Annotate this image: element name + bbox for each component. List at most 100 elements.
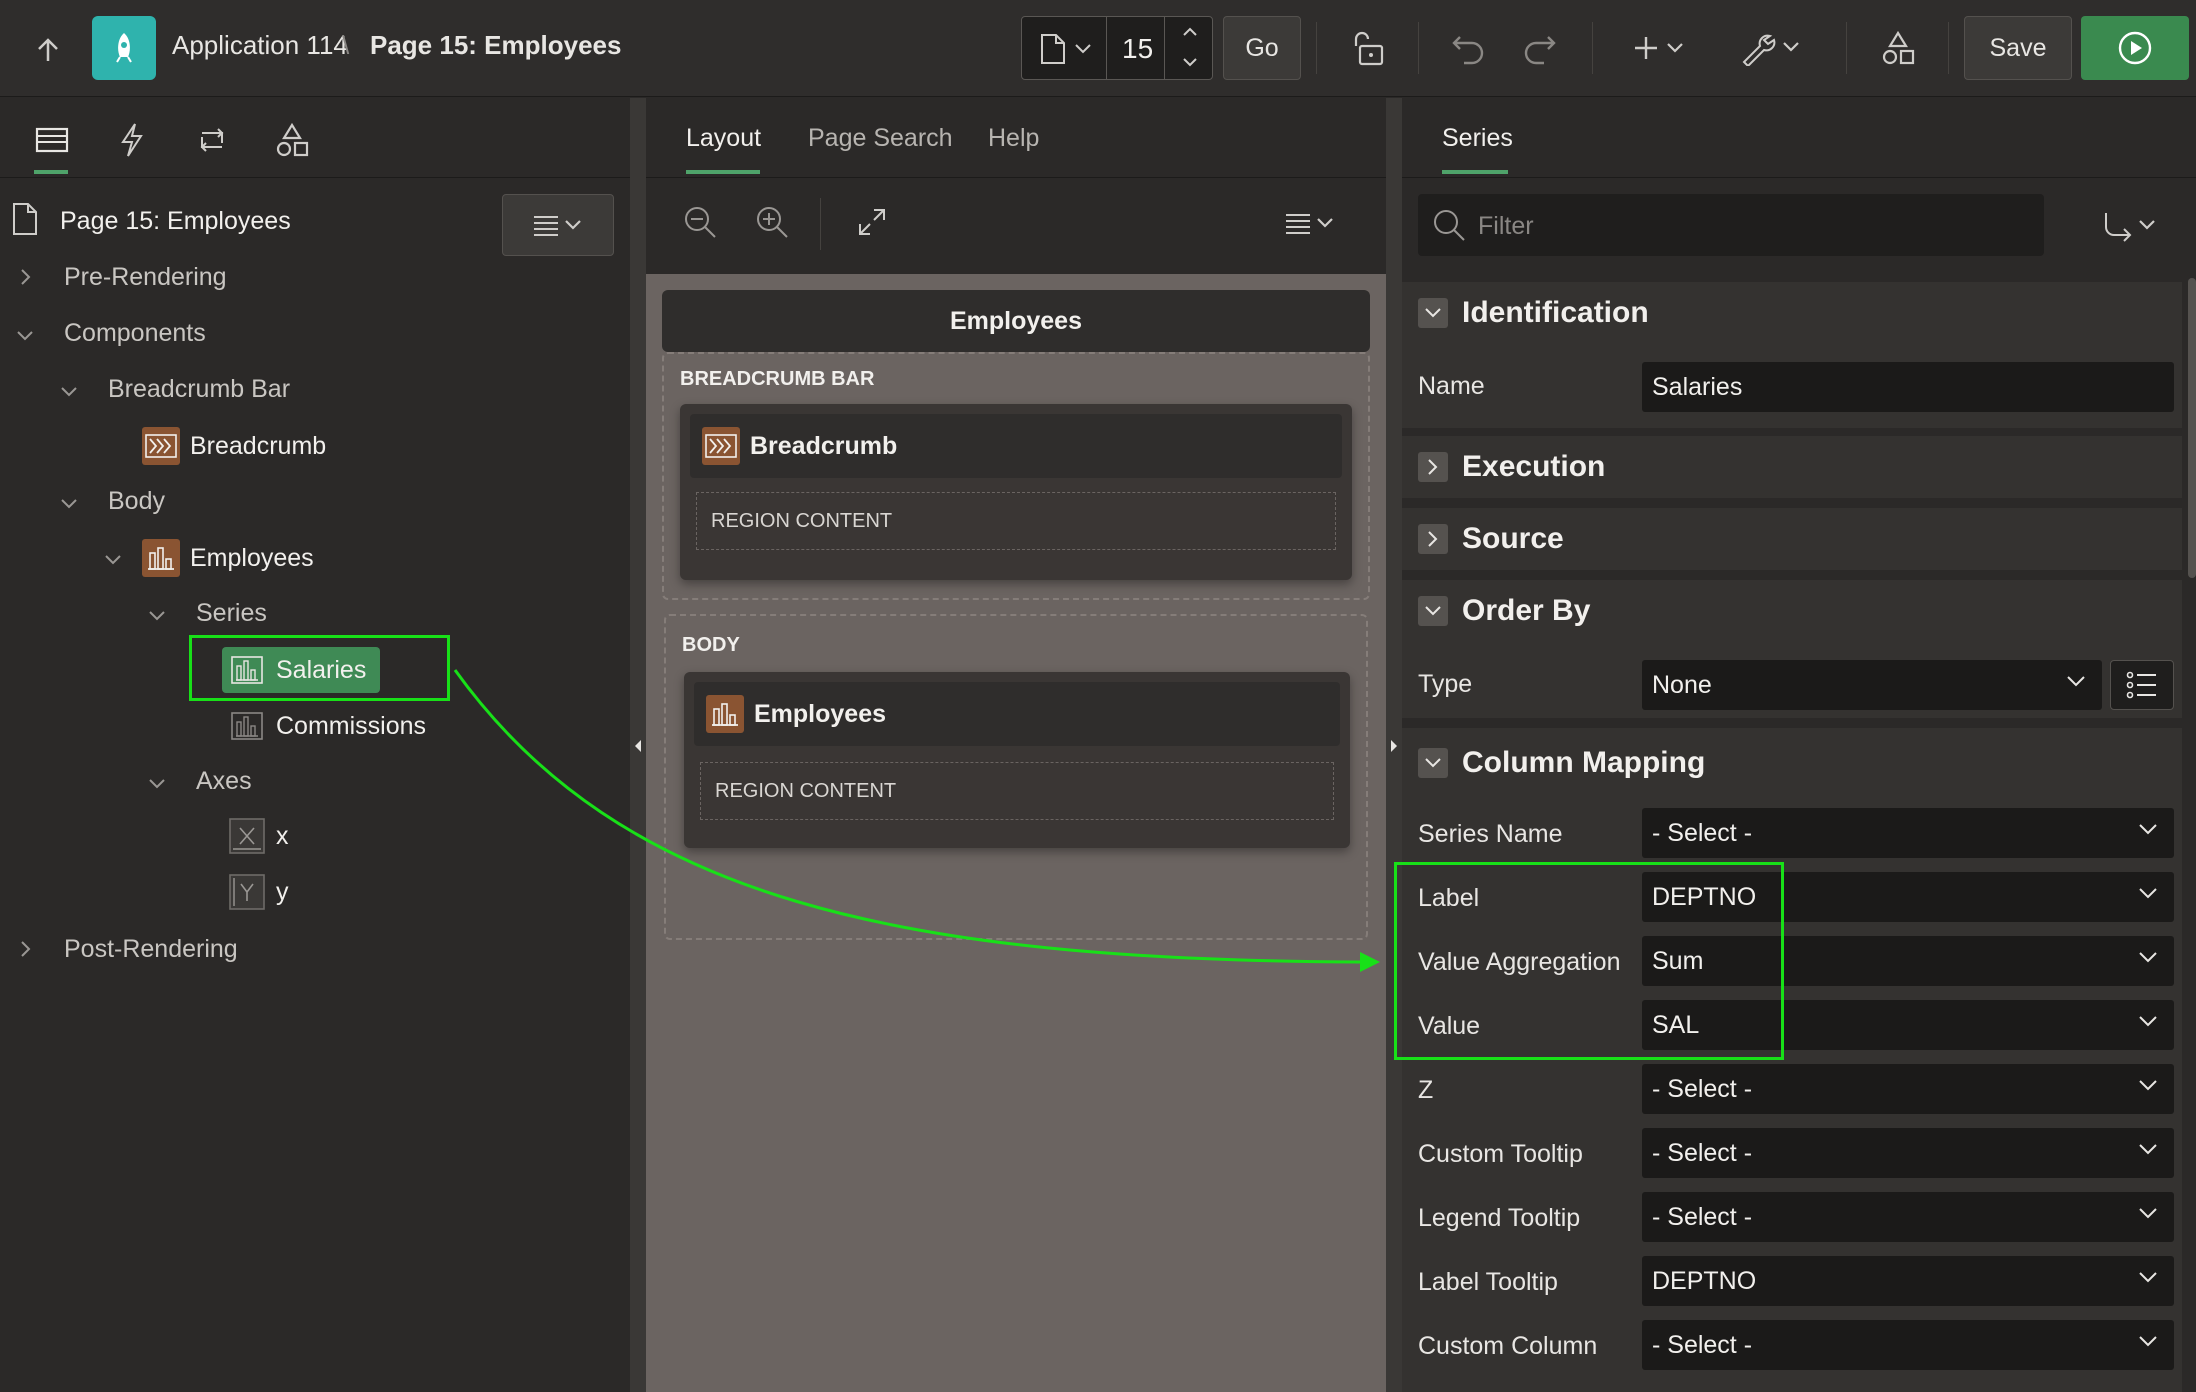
tree-item-breadcrumb-bar[interactable]: Breadcrumb Bar bbox=[108, 375, 290, 404]
label-tooltip-label: Label Tooltip bbox=[1418, 1268, 1558, 1296]
redo-icon[interactable] bbox=[1520, 28, 1560, 68]
dynamic-actions-bolt-icon[interactable] bbox=[112, 118, 152, 162]
go-to-group-button[interactable] bbox=[2098, 210, 2162, 244]
legend-tooltip-select[interactable]: - Select - bbox=[1642, 1192, 2174, 1242]
breadcrumb-card[interactable]: Breadcrumb REGION CONTENT bbox=[680, 404, 1352, 580]
section-heading[interactable]: Identification bbox=[1462, 296, 1649, 330]
select-value: - Select - bbox=[1652, 1074, 1753, 1103]
layout-menu-button[interactable] bbox=[1280, 208, 1340, 238]
legend-tooltip-label: Legend Tooltip bbox=[1418, 1204, 1581, 1232]
section-order-by: Order By Type None bbox=[1402, 580, 2182, 718]
name-input[interactable]: Salaries bbox=[1642, 362, 2174, 412]
chevron-down-icon bbox=[105, 555, 121, 565]
tree-item-label: Commissions bbox=[276, 711, 427, 740]
page-region-title[interactable]: Employees bbox=[662, 290, 1370, 352]
select-value: - Select - bbox=[1652, 1138, 1753, 1167]
section-heading[interactable]: Order By bbox=[1462, 594, 1590, 628]
page-selector[interactable]: 15 bbox=[1021, 16, 1213, 80]
chevron-right-icon[interactable] bbox=[1418, 524, 1448, 554]
create-menu-button[interactable] bbox=[1630, 28, 1694, 68]
tree-menu-button[interactable] bbox=[502, 194, 614, 256]
tree-item-components[interactable]: Components bbox=[64, 319, 206, 348]
tree-item-breadcrumb[interactable]: Breadcrumb bbox=[142, 427, 326, 465]
order-by-type-select[interactable]: None bbox=[1642, 660, 2102, 710]
page-icon[interactable] bbox=[1040, 33, 1066, 65]
tree-item-axis-y[interactable]: y bbox=[228, 873, 289, 911]
custom-tooltip-select[interactable]: - Select - bbox=[1642, 1128, 2174, 1178]
left-splitter[interactable] bbox=[630, 98, 646, 1392]
tree-item-body[interactable]: Body bbox=[108, 487, 165, 516]
breadcrumb-app-link[interactable]: Application 114 bbox=[172, 30, 348, 61]
tree-item-label: y bbox=[276, 877, 289, 906]
custom-column-select[interactable]: - Select - bbox=[1642, 1320, 2174, 1370]
tree-item-axes[interactable]: Axes bbox=[196, 767, 252, 796]
chevron-down-icon bbox=[2139, 1272, 2157, 1283]
collapse-right-icon bbox=[1391, 740, 1397, 752]
chevron-down-icon bbox=[2139, 824, 2157, 835]
rendering-tab-icon[interactable] bbox=[30, 120, 74, 160]
breadcrumb-card-header: Breadcrumb bbox=[690, 414, 1342, 478]
select-value: None bbox=[1652, 670, 1712, 699]
stepper-down-icon[interactable] bbox=[1182, 57, 1198, 67]
chart-region-icon bbox=[706, 695, 744, 733]
tree-item-label: Employees bbox=[190, 543, 314, 572]
tree-item-label: x bbox=[276, 821, 289, 850]
go-button[interactable]: Go bbox=[1223, 16, 1301, 80]
tree-item-axis-x[interactable]: x bbox=[228, 817, 289, 855]
chevron-right-icon[interactable] bbox=[1418, 452, 1448, 482]
filter-input[interactable]: Filter bbox=[1418, 194, 2044, 256]
run-page-button[interactable] bbox=[2081, 16, 2189, 80]
region-content-placeholder: REGION CONTENT bbox=[696, 492, 1336, 550]
shared-components-tab-icon[interactable] bbox=[270, 118, 314, 162]
page-title: Page 15: Employees bbox=[370, 30, 622, 60]
page-number-input[interactable]: 15 bbox=[1122, 33, 1153, 65]
chevron-down-icon bbox=[61, 499, 77, 509]
chevron-down-icon[interactable] bbox=[1418, 748, 1448, 778]
undo-icon[interactable] bbox=[1448, 28, 1488, 68]
property-editor: Series Filter Identification Name Salari… bbox=[1402, 98, 2196, 1392]
chevron-down-icon[interactable] bbox=[1418, 298, 1448, 328]
processing-icon[interactable] bbox=[190, 118, 234, 162]
section-heading[interactable]: Source bbox=[1462, 522, 1564, 556]
rendering-tree-panel: Page 15: Employees Pre-Rendering Compone… bbox=[0, 98, 630, 1392]
stepper-up-icon[interactable] bbox=[1182, 27, 1198, 37]
save-button[interactable]: Save bbox=[1964, 16, 2072, 80]
chevron-down-icon[interactable] bbox=[1074, 43, 1092, 55]
utilities-wrench-icon[interactable] bbox=[1738, 28, 1808, 68]
up-arrow-icon[interactable] bbox=[28, 30, 68, 70]
type-label: Type bbox=[1418, 670, 1473, 698]
expand-icon[interactable] bbox=[854, 204, 890, 240]
top-toolbar: Application 114 \ Page 15: Employees 15 … bbox=[0, 0, 2196, 97]
tree-root-page[interactable]: Page 15: Employees bbox=[60, 207, 291, 236]
tab-layout[interactable]: Layout bbox=[686, 124, 761, 153]
right-splitter[interactable] bbox=[1386, 98, 1402, 1392]
shared-components-icon[interactable] bbox=[1876, 26, 1920, 70]
series-name-select[interactable]: - Select - bbox=[1642, 808, 2174, 858]
unlock-icon[interactable] bbox=[1346, 28, 1390, 68]
zoom-in-icon[interactable] bbox=[752, 202, 792, 242]
section-heading[interactable]: Column Mapping bbox=[1462, 746, 1705, 780]
tab-page-search[interactable]: Page Search bbox=[808, 124, 953, 153]
tab-series[interactable]: Series bbox=[1442, 124, 1513, 153]
section-execution: Execution bbox=[1402, 436, 2182, 498]
chevron-down-icon[interactable] bbox=[1418, 596, 1448, 626]
section-identification: Identification Name Salaries bbox=[1402, 282, 2182, 428]
employees-card-title: Employees bbox=[754, 699, 887, 728]
y-axis-icon bbox=[228, 873, 266, 911]
section-heading[interactable]: Execution bbox=[1462, 450, 1605, 484]
zoom-out-icon[interactable] bbox=[680, 202, 720, 242]
tree-item-commissions[interactable]: Commissions bbox=[228, 707, 426, 745]
tree-item-pre-rendering[interactable]: Pre-Rendering bbox=[64, 263, 227, 292]
z-select[interactable]: - Select - bbox=[1642, 1064, 2174, 1114]
label-tooltip-select[interactable]: DEPTNO bbox=[1642, 1256, 2174, 1306]
tree-item-post-rendering[interactable]: Post-Rendering bbox=[64, 935, 238, 964]
tree-item-employees[interactable]: Employees bbox=[142, 539, 314, 577]
name-label: Name bbox=[1418, 372, 1485, 400]
app-rocket-icon[interactable] bbox=[92, 16, 156, 80]
property-scrollbar[interactable] bbox=[2188, 278, 2196, 578]
tree-item-series[interactable]: Series bbox=[196, 599, 267, 628]
page-file-icon bbox=[12, 202, 38, 236]
tab-help[interactable]: Help bbox=[988, 124, 1039, 153]
employees-card[interactable]: Employees REGION CONTENT bbox=[684, 672, 1350, 848]
list-order-button[interactable] bbox=[2110, 660, 2174, 710]
